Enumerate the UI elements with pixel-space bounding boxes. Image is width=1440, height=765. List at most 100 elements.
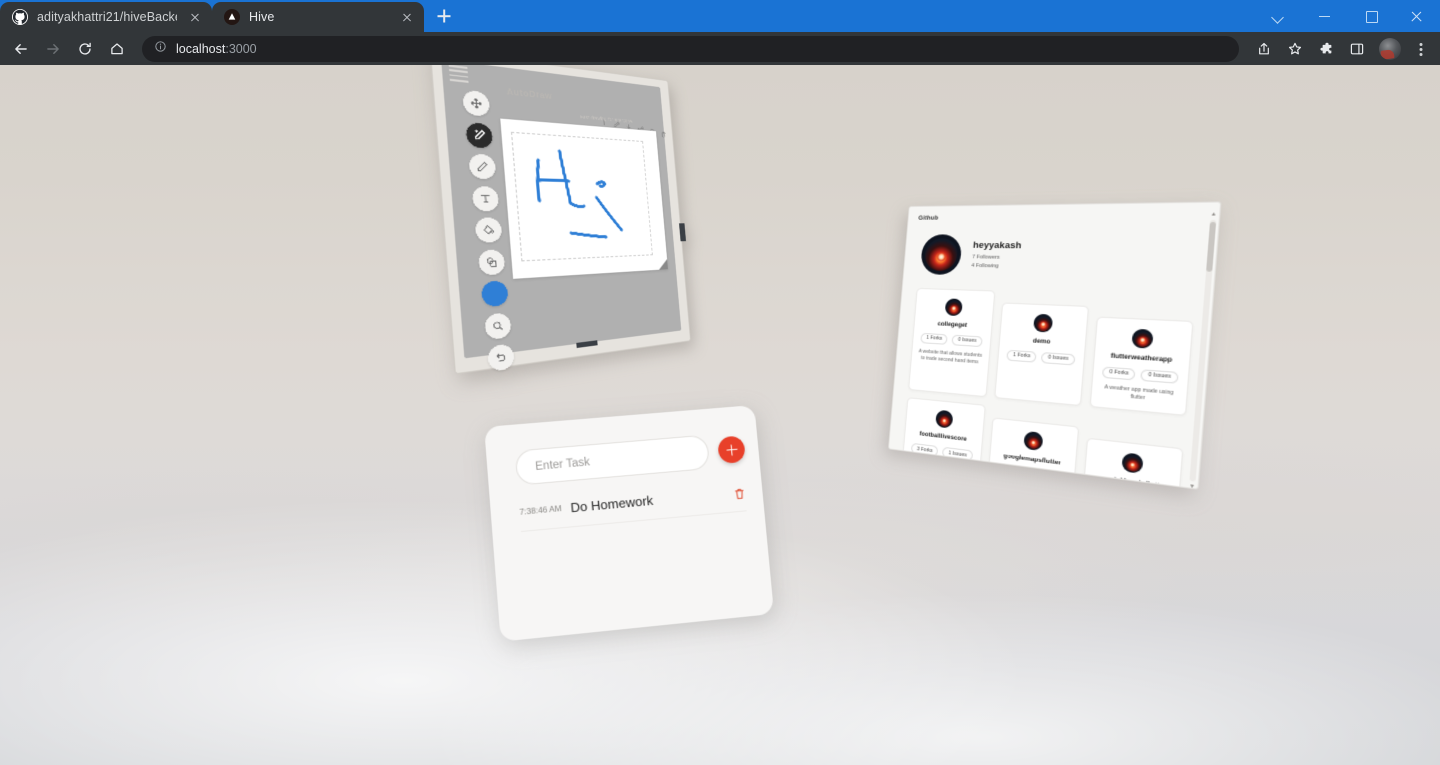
color-swatch-icon[interactable] [480, 280, 509, 308]
github-profile-text: heyyakash 7 Followers 4 Following [971, 240, 1022, 271]
repo-issues: 0 Issues [1031, 470, 1066, 486]
more-icon[interactable] [601, 113, 608, 122]
repo-name: googlemapsflutter [1003, 452, 1062, 468]
github-repo-grid: collegeget 1 Forks 0 Issues A website th… [898, 287, 1196, 490]
info-circle-icon[interactable] [154, 40, 167, 58]
trash-icon[interactable] [734, 486, 746, 499]
repo-stats: 1 Forks 0 Issues [1006, 349, 1076, 366]
browser-titlebar: adityakhattri21/hiveBackend Hive [0, 0, 1440, 32]
puzzle-piece-icon[interactable] [1311, 35, 1341, 63]
star-icon[interactable] [1280, 35, 1310, 63]
autodraw-frame: AutoDraw Fast drawing for everyone. [429, 65, 691, 375]
share-icon[interactable] [637, 121, 644, 130]
repo-owner-avatar-icon [1121, 452, 1144, 475]
github-profile: heyyakash 7 Followers 4 Following [919, 234, 1022, 276]
pencil-icon[interactable] [468, 153, 497, 180]
repo-forks: 0 Forks [1102, 366, 1136, 381]
autodraw-canvas[interactable] [500, 118, 668, 279]
task-timestamp: 7:38:46 AM [519, 504, 562, 517]
panel-side-handle[interactable] [679, 223, 687, 242]
repo-card[interactable]: googlemapsflutter 0 Forks 0 Issues a goo… [984, 417, 1080, 490]
github-panel[interactable]: Github heyyakash 7 Followers 4 Following… [887, 201, 1222, 490]
todo-panel[interactable]: Enter Task 7:38:46 AM Do Homework [484, 404, 775, 642]
autodraw-panel[interactable]: AutoDraw Fast drawing for everyone. [429, 65, 691, 375]
panel-bottom-handle[interactable] [576, 340, 598, 348]
repo-card[interactable]: footballlivescore 3 Forks 1 Issues a app… [898, 397, 986, 490]
undo-icon[interactable] [486, 343, 516, 373]
share-icon[interactable] [1249, 35, 1279, 63]
repo-card[interactable]: demo 1 Forks 0 Issues [994, 302, 1090, 407]
shape-icon[interactable] [477, 248, 506, 276]
tab-strip: adityakhattri21/hiveBackend Hive [0, 0, 458, 32]
repo-issues: 0 Issues [1041, 351, 1076, 366]
repo-stats: 0 Forks 0 Issues [1092, 488, 1168, 490]
list-item[interactable]: 7:38:46 AM Do Homework [518, 484, 747, 533]
magnifier-icon[interactable] [483, 311, 512, 340]
repo-stats: 0 Forks 0 Issues [996, 465, 1066, 486]
omnibox-host: localhost [176, 41, 226, 56]
repo-issues: 0 Issues [951, 334, 983, 347]
repo-forks: 1 Forks [1006, 349, 1038, 363]
repo-forks: 0 Forks [1092, 488, 1126, 490]
github-followers: 7 Followers [971, 254, 1000, 261]
select-arrows-icon[interactable] [461, 89, 491, 117]
new-tab-button[interactable] [430, 2, 458, 30]
task-input[interactable]: Enter Task [514, 434, 711, 486]
repo-card[interactable]: flutterweatherapp 0 Forks 0 Issues A wea… [1089, 316, 1194, 417]
download-icon[interactable] [625, 118, 632, 127]
paint-bucket-icon[interactable] [474, 217, 503, 243]
canvas-drawing-hi [500, 119, 668, 279]
forward-arrow-icon [38, 35, 68, 63]
hive-triangle-icon [224, 9, 240, 25]
window-controls [1256, 0, 1440, 32]
browser-toolbar: localhost:3000 [0, 32, 1440, 65]
close-icon[interactable] [186, 8, 204, 26]
github-scrollbar[interactable]: ▲ ▼ [1189, 211, 1217, 490]
omnibox-port: :3000 [225, 41, 257, 56]
back-arrow-icon[interactable] [6, 35, 36, 63]
scroll-up-icon[interactable]: ▲ [1210, 211, 1217, 218]
repo-forks: 1 Forks [920, 332, 949, 345]
todo-input-row: Enter Task [514, 431, 747, 486]
tab-hivebackend[interactable]: adityakhattri21/hiveBackend [0, 2, 212, 32]
repo-owner-avatar-icon [935, 410, 954, 429]
reload-icon[interactable] [70, 35, 100, 63]
repo-issues: 1 Issues [942, 446, 973, 462]
delete-icon[interactable] [660, 126, 667, 134]
repo-name: collegeget [937, 320, 968, 329]
minimize-icon[interactable] [1302, 0, 1348, 32]
canvas-resize-handle[interactable] [658, 259, 668, 270]
maximize-icon[interactable] [1348, 0, 1394, 32]
add-task-button[interactable] [717, 435, 746, 465]
close-window-icon[interactable] [1394, 0, 1440, 32]
scrollbar-thumb[interactable] [1206, 221, 1217, 272]
scroll-down-icon[interactable]: ▼ [1189, 483, 1196, 490]
omnibox-url: localhost:3000 [176, 42, 257, 56]
text-icon[interactable] [471, 185, 500, 211]
browser-window: adityakhattri21/hiveBackend Hive [0, 0, 1440, 765]
repo-description: a google map flutter app [1001, 483, 1058, 490]
omnibox[interactable]: localhost:3000 [142, 35, 1239, 62]
side-panel-icon[interactable] [1342, 35, 1372, 63]
hamburger-menu-icon[interactable] [448, 65, 469, 85]
home-icon[interactable] [102, 35, 132, 63]
toolbar-actions [1249, 35, 1434, 63]
tab-title: adityakhattri21/hiveBackend [37, 10, 177, 24]
pencil-icon[interactable] [613, 116, 620, 125]
three-dots-menu-icon[interactable] [1408, 35, 1434, 63]
tab-hive[interactable]: Hive [212, 2, 424, 32]
repo-card[interactable]: collegeget 1 Forks 0 Issues A website th… [908, 287, 996, 398]
repo-owner-avatar-icon [944, 298, 963, 317]
github-frame: Github heyyakash 7 Followers 4 Following… [887, 201, 1222, 490]
close-icon[interactable] [398, 8, 416, 26]
chevron-down-icon[interactable] [1256, 0, 1302, 32]
todo-card: Enter Task 7:38:46 AM Do Homework [484, 404, 775, 642]
page-viewport: AutoDraw Fast drawing for everyone. Gith… [0, 65, 1440, 765]
user-avatar-icon [919, 234, 963, 276]
repo-name: flutterweatherapp [1110, 352, 1173, 364]
repo-card[interactable]: googleMapsInflutter 0 Forks 0 Issues [1079, 438, 1184, 490]
github-following: 4 Following [971, 262, 999, 269]
autodraw-icon[interactable] [465, 121, 494, 148]
repo-description: A website that allows students to trade … [918, 348, 983, 366]
avatar[interactable] [1379, 37, 1401, 60]
